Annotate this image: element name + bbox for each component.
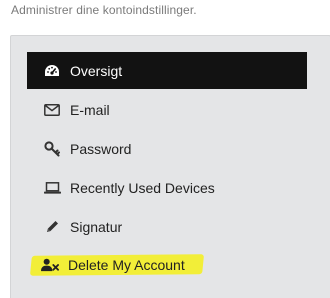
- dashboard-icon: [43, 62, 61, 80]
- menu-item-label: Password: [70, 140, 132, 157]
- key-icon: [43, 140, 61, 158]
- menu-item-recently-used-devices[interactable]: Recently Used Devices: [27, 168, 307, 207]
- menu-item-label: Oversigt: [70, 62, 123, 79]
- account-settings-panel: Oversigt E-mail Password Recently Used D…: [10, 35, 330, 298]
- menu-item-label: Recently Used Devices: [70, 179, 215, 196]
- user-delete-icon: [41, 256, 59, 274]
- account-settings-menu: Oversigt E-mail Password Recently Used D…: [27, 52, 307, 284]
- menu-item-email[interactable]: E-mail: [27, 90, 307, 129]
- menu-item-label: Delete My Account: [68, 257, 185, 273]
- laptop-icon: [43, 179, 61, 197]
- menu-item-label: Signatur: [70, 218, 123, 235]
- menu-item-oversigt[interactable]: Oversigt: [27, 52, 307, 89]
- menu-item-label: E-mail: [70, 101, 110, 118]
- page-description: Administrer dine kontoindstillinger.: [11, 3, 197, 17]
- envelope-icon: [43, 101, 61, 119]
- pencil-icon: [43, 218, 61, 236]
- menu-item-password[interactable]: Password: [27, 129, 307, 168]
- menu-item-delete-my-account[interactable]: Delete My Account: [27, 246, 307, 284]
- menu-item-signatur[interactable]: Signatur: [27, 207, 307, 246]
